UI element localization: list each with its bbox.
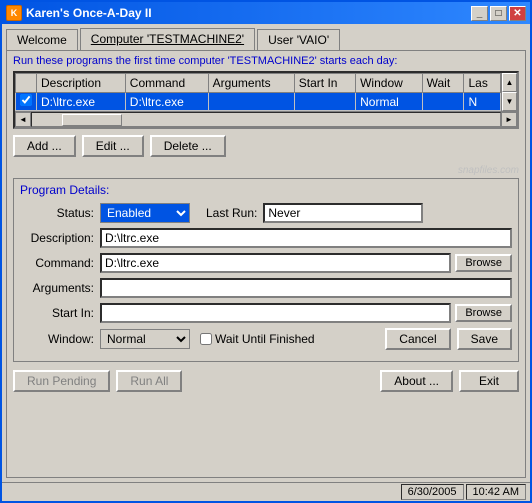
program-details-section: Program Details: Status: Enabled Disable… [13, 178, 519, 362]
restore-button[interactable]: □ [490, 6, 507, 21]
scroll-thumb[interactable] [62, 114, 122, 126]
command-row: Command: Browse [20, 253, 512, 273]
arguments-row: Arguments: [20, 278, 512, 298]
horizontal-scrollbar: ◄ ► [15, 111, 517, 127]
startin-row: Start In: Browse [20, 303, 512, 323]
description-label: Description: [20, 231, 100, 245]
about-button[interactable]: About ... [380, 370, 453, 392]
wait-checkbox[interactable] [200, 333, 212, 345]
command-label: Command: [20, 256, 100, 270]
col-window: Window [356, 74, 422, 93]
bottom-right-buttons: About ... Exit [380, 370, 519, 392]
titlebar-left: K Karen's Once-A-Day II [6, 5, 152, 21]
row-description: D:\ltrc.exe [37, 93, 126, 111]
row-window: Normal [356, 93, 422, 111]
command-browse-button[interactable]: Browse [455, 254, 512, 272]
col-last: Las [464, 74, 501, 93]
tab-user-label: User 'VAIO' [268, 33, 329, 47]
minimize-button[interactable]: _ [471, 6, 488, 21]
description-row: Description: [20, 228, 512, 248]
tab-bar: Welcome Computer 'TESTMACHINE2' User 'VA… [6, 28, 526, 50]
main-window: K Karen's Once-A-Day II _ □ ✕ Welcome Co… [0, 0, 532, 503]
scroll-right-button[interactable]: ► [501, 112, 517, 127]
scroll-up-button[interactable]: ▲ [502, 73, 517, 92]
tab-computer[interactable]: Computer 'TESTMACHINE2' [80, 28, 255, 50]
window-label: Window: [20, 332, 100, 346]
window-title: Karen's Once-A-Day II [26, 6, 152, 20]
status-bar: 6/30/2005 10:42 AM [2, 482, 530, 501]
window-select[interactable]: Normal Maximized Minimized [100, 329, 190, 349]
scroll-left-button[interactable]: ◄ [15, 112, 31, 127]
run-all-button[interactable]: Run All [116, 370, 182, 392]
exit-button[interactable]: Exit [459, 370, 519, 392]
status-time: 10:42 AM [466, 484, 526, 500]
run-pending-button[interactable]: Run Pending [13, 370, 110, 392]
status-select-wrap: Enabled Disabled [100, 203, 190, 223]
tab-computer-label: Computer 'TESTMACHINE2' [91, 32, 244, 46]
row-checkbox[interactable] [20, 94, 32, 106]
startin-browse-button[interactable]: Browse [455, 304, 512, 322]
description-field[interactable] [100, 228, 512, 248]
startin-label: Start In: [20, 306, 100, 320]
bottom-left-buttons: Run Pending Run All [13, 370, 182, 392]
status-label: Status: [20, 206, 100, 220]
window-row: Window: Normal Maximized Minimized Wait … [20, 328, 512, 350]
bottom-bar: Run Pending Run All About ... Exit [13, 366, 519, 392]
wait-label-text: Wait Until Finished [215, 332, 315, 346]
tab-welcome-label: Welcome [17, 33, 67, 47]
table-row[interactable]: D:\ltrc.exe D:\ltrc.exe Normal N [16, 93, 501, 111]
row-arguments [208, 93, 294, 111]
command-field[interactable] [100, 253, 451, 273]
titlebar-buttons: _ □ ✕ [471, 6, 526, 21]
app-icon: K [6, 5, 22, 21]
last-run-group: Last Run: [206, 203, 423, 223]
wait-checkbox-label: Wait Until Finished [200, 332, 315, 346]
details-title: Program Details: [20, 183, 512, 197]
scroll-down-button[interactable]: ▼ [502, 92, 517, 111]
row-command: D:\ltrc.exe [125, 93, 208, 111]
watermark-text: snapfiles.com [13, 165, 519, 176]
row-checkbox-cell [16, 93, 37, 111]
col-checkbox [16, 74, 37, 93]
arguments-field[interactable] [100, 278, 512, 298]
table-scroll-area: Description Command Arguments Start In W… [15, 73, 517, 111]
col-wait: Wait [422, 74, 464, 93]
program-table-container: Description Command Arguments Start In W… [13, 71, 519, 129]
tab-user[interactable]: User 'VAIO' [257, 29, 340, 50]
status-row: Status: Enabled Disabled Last Run: [20, 203, 512, 223]
cancel-button[interactable]: Cancel [385, 328, 450, 350]
delete-button[interactable]: Delete ... [150, 135, 226, 157]
titlebar: K Karen's Once-A-Day II _ □ ✕ [2, 2, 530, 24]
status-select[interactable]: Enabled Disabled [100, 203, 190, 223]
row-wait [422, 93, 464, 111]
action-buttons-row: Add ... Edit ... Delete ... [13, 135, 519, 157]
main-panel: Run these programs the first time comput… [6, 50, 526, 478]
row-last: N [464, 93, 501, 111]
vertical-scrollbar: ▲ ▼ [501, 73, 517, 111]
content-area: Welcome Computer 'TESTMACHINE2' User 'VA… [2, 24, 530, 482]
close-button[interactable]: ✕ [509, 6, 526, 21]
col-description: Description [37, 74, 126, 93]
tab-welcome[interactable]: Welcome [6, 29, 78, 50]
startin-field[interactable] [100, 303, 451, 323]
arguments-label: Arguments: [20, 281, 100, 295]
edit-button[interactable]: Edit ... [82, 135, 144, 157]
col-arguments: Arguments [208, 74, 294, 93]
last-run-label: Last Run: [206, 206, 257, 220]
row-startin [294, 93, 355, 111]
save-button[interactable]: Save [457, 328, 512, 350]
add-button[interactable]: Add ... [13, 135, 76, 157]
save-cancel-buttons: Cancel Save [385, 328, 512, 350]
last-run-field[interactable] [263, 203, 423, 223]
table-main: Description Command Arguments Start In W… [15, 73, 501, 111]
program-table: Description Command Arguments Start In W… [15, 73, 501, 111]
col-startin: Start In [294, 74, 355, 93]
scroll-track [31, 112, 501, 127]
col-command: Command [125, 74, 208, 93]
status-date: 6/30/2005 [401, 484, 464, 500]
status-group: Status: Enabled Disabled [20, 203, 190, 223]
instruction-text: Run these programs the first time comput… [13, 55, 519, 67]
